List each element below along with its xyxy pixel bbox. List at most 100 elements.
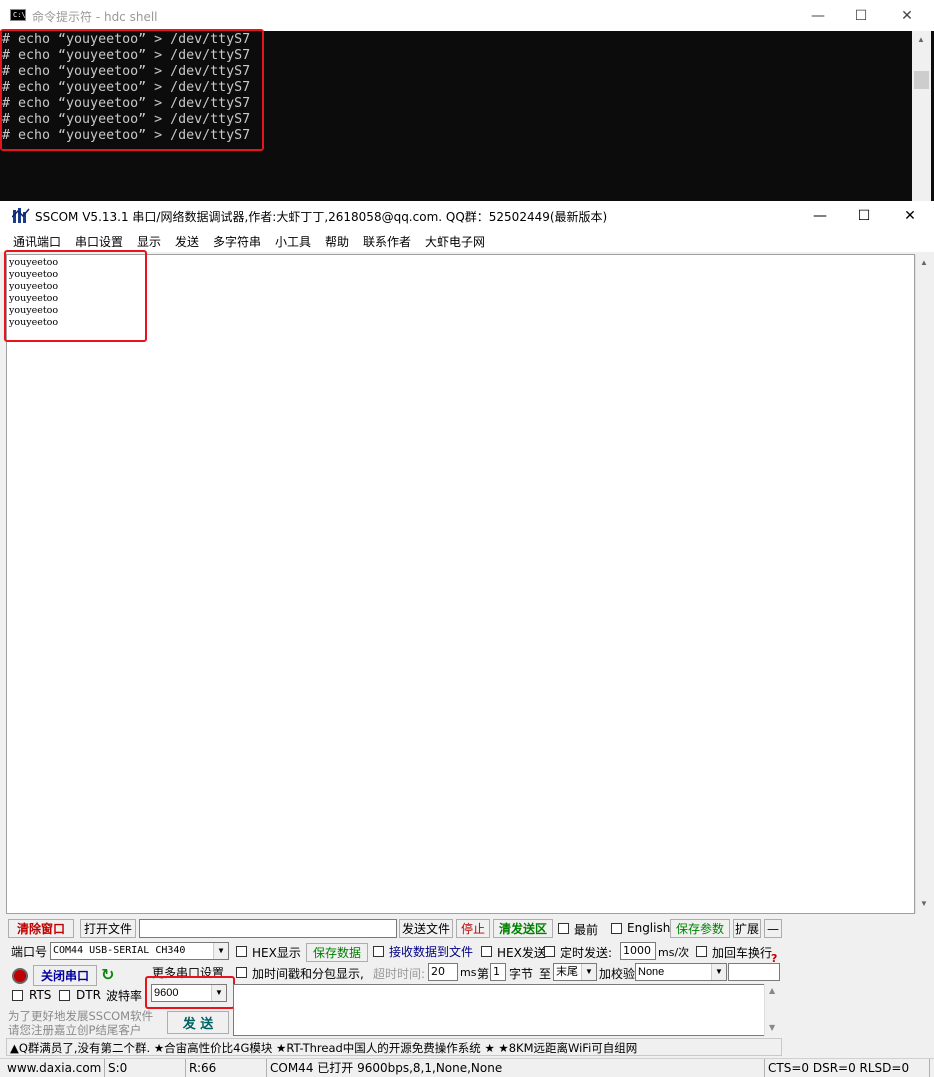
scroll-up-icon[interactable]: ▲ — [920, 258, 928, 267]
clear-window-button[interactable]: 清除窗口 — [8, 919, 74, 938]
sscom-window-title: SSCOM V5.13.1 串口/网络数据调试器,作者:大虾丁丁,2618058… — [35, 210, 608, 224]
cmd-scrollbar[interactable]: ▲ — [912, 31, 931, 205]
timestamp-label: 加时间戳和分包显示, — [252, 967, 364, 981]
send-text-area[interactable] — [233, 984, 780, 1036]
status-received-count: R:66 — [186, 1059, 267, 1077]
scroll-down-icon[interactable]: ▼ — [769, 1023, 775, 1032]
checksum-value: None — [638, 966, 665, 978]
menu-serial-settings[interactable]: 串口设置 — [75, 233, 123, 250]
close-icon: ✕ — [904, 207, 916, 224]
news-ticker-box: ▲Q群满员了,没有第二个群. ★合宙高性价比4G模块 ★RT-Thread中国人… — [6, 1038, 782, 1056]
maximize-icon: ☐ — [857, 207, 871, 224]
scroll-up-icon[interactable]: ▲ — [917, 35, 925, 44]
menu-bar: 通讯端口 串口设置 显示 发送 多字符串 小工具 帮助 联系作者 大虾电子网 — [0, 230, 934, 252]
highlight-box — [4, 250, 147, 342]
hex-display-checkbox[interactable] — [236, 946, 247, 957]
rts-checkbox[interactable] — [12, 990, 23, 1001]
port-value: COM44 USB-SERIAL CH340 — [53, 945, 186, 956]
status-bar: www.daxia.com S:0 R:66 COM44 已打开 9600bps… — [0, 1058, 934, 1077]
cmd-window-title: 命令提示符 - hdc shell — [32, 10, 158, 24]
close-port-button[interactable]: 关闭串口 — [33, 965, 97, 986]
interval-input[interactable]: 1000 — [620, 942, 656, 960]
scroll-down-icon[interactable]: ▼ — [920, 899, 928, 908]
sscom-minimize-button[interactable]: — — [797, 201, 843, 230]
news-ticker[interactable]: ▲Q群满员了,没有第二个群. ★合宙高性价比4G模块 ★RT-Thread中国人… — [10, 1040, 637, 1056]
maximize-icon: ☐ — [854, 7, 868, 24]
clear-send-area-button[interactable]: 清发送区 — [493, 919, 553, 938]
menu-help[interactable]: 帮助 — [325, 233, 349, 250]
hex-send-checkbox[interactable] — [481, 946, 492, 957]
refresh-icon[interactable]: ↻ — [101, 965, 114, 984]
file-path-input[interactable] — [139, 919, 397, 938]
end-value: 末尾 — [556, 966, 578, 978]
timeout-label: 超时时间: — [373, 967, 426, 981]
menu-comm-port[interactable]: 通讯端口 — [13, 233, 61, 250]
highlight-box — [145, 976, 235, 1009]
status-site[interactable]: www.daxia.com — [4, 1059, 105, 1077]
expand-button[interactable]: 扩展 — [733, 919, 761, 938]
chevron-down-icon: ▼ — [213, 943, 228, 959]
minimize-icon: — — [811, 7, 825, 24]
checksum-label: 加校验 — [599, 967, 636, 981]
chevron-down-icon: ▼ — [581, 964, 596, 980]
menu-daxia-site[interactable]: 大虾电子网 — [425, 233, 485, 250]
topmost-checkbox[interactable] — [558, 923, 569, 934]
cmd-console-icon: C:\ — [10, 9, 26, 21]
sscom-titlebar[interactable]: SSCOM V5.13.1 串口/网络数据调试器,作者:大虾丁丁,2618058… — [0, 201, 934, 230]
receive-scrollbar[interactable]: ▲ ▼ — [915, 254, 932, 914]
sscom-window: SSCOM V5.13.1 串口/网络数据调试器,作者:大虾丁丁,2618058… — [0, 201, 934, 1077]
menu-send[interactable]: 发送 — [175, 233, 199, 250]
checksum-output-field — [728, 963, 780, 981]
minimize-icon: — — [813, 207, 827, 224]
collapse-button[interactable]: — — [764, 919, 782, 938]
rts-label: RTS — [29, 988, 52, 1002]
menu-display[interactable]: 显示 — [137, 233, 161, 250]
cmd-titlebar[interactable]: C:\ 命令提示符 - hdc shell — ☐ ✕ — [0, 0, 934, 31]
checksum-select[interactable]: None ▼ — [635, 963, 727, 981]
menu-multi-string[interactable]: 多字符串 — [213, 233, 261, 250]
byte-label: 字节 — [509, 967, 534, 981]
open-file-button[interactable]: 打开文件 — [80, 919, 136, 938]
cmd-minimize-button[interactable]: — — [795, 0, 841, 31]
menu-tools[interactable]: 小工具 — [275, 233, 311, 250]
scroll-up-icon[interactable]: ▲ — [769, 986, 775, 995]
timed-send-label: 定时发送: — [560, 946, 613, 960]
chevron-down-icon: ▼ — [711, 964, 726, 980]
help-icon[interactable]: ? — [771, 952, 777, 965]
send-area-scrollbar[interactable]: ▲ ▼ — [764, 984, 780, 1036]
sscom-app-icon — [12, 208, 30, 223]
save-params-button[interactable]: 保存参数 — [670, 919, 730, 938]
add-crlf-checkbox[interactable] — [696, 946, 707, 957]
port-select[interactable]: COM44 USB-SERIAL CH340 ▼ — [50, 942, 229, 960]
timeout-input[interactable]: 20 — [428, 963, 458, 981]
to-label: 至 — [539, 967, 552, 981]
byte-index-input[interactable]: 1 — [490, 963, 506, 981]
timed-send-checkbox[interactable] — [544, 946, 555, 957]
english-checkbox[interactable] — [611, 923, 622, 934]
cmd-maximize-button[interactable]: ☐ — [838, 0, 884, 31]
sscom-close-button[interactable]: ✕ — [887, 201, 933, 230]
topmost-label: 最前 — [574, 923, 599, 937]
menu-contact-author[interactable]: 联系作者 — [363, 233, 411, 250]
sscom-maximize-button[interactable]: ☐ — [841, 201, 887, 230]
timestamp-checkbox[interactable] — [236, 967, 247, 978]
receive-area[interactable]: youyeetoo youyeetoo youyeetoo youyeetoo youy… — [6, 254, 915, 914]
recv-to-file-label[interactable]: 接收数据到文件 — [389, 943, 473, 960]
status-modem-lines: CTS=0 DSR=0 RLSD=0 — [765, 1059, 930, 1077]
recv-to-file-checkbox[interactable] — [373, 946, 384, 957]
stop-button[interactable]: 停止 — [456, 919, 490, 938]
port-status-indicator-icon — [12, 968, 28, 984]
baud-label: 波特率 — [106, 989, 143, 1003]
send-button[interactable]: 发 送 — [167, 1011, 229, 1034]
cmd-close-button[interactable]: ✕ — [884, 0, 930, 31]
add-crlf-label: 加回车换行 — [712, 946, 773, 960]
hex-send-label: HEX发送 — [497, 946, 546, 960]
status-port-state: COM44 已打开 9600bps,8,1,None,None — [267, 1059, 765, 1077]
byte-nth-label: 第 — [477, 967, 490, 981]
save-data-button[interactable]: 保存数据 — [306, 943, 368, 962]
close-icon: ✕ — [901, 7, 913, 24]
end-select[interactable]: 末尾 ▼ — [553, 963, 597, 981]
send-file-button[interactable]: 发送文件 — [399, 919, 453, 938]
scrollbar-thumb[interactable] — [914, 71, 929, 89]
dtr-checkbox[interactable] — [59, 990, 70, 1001]
